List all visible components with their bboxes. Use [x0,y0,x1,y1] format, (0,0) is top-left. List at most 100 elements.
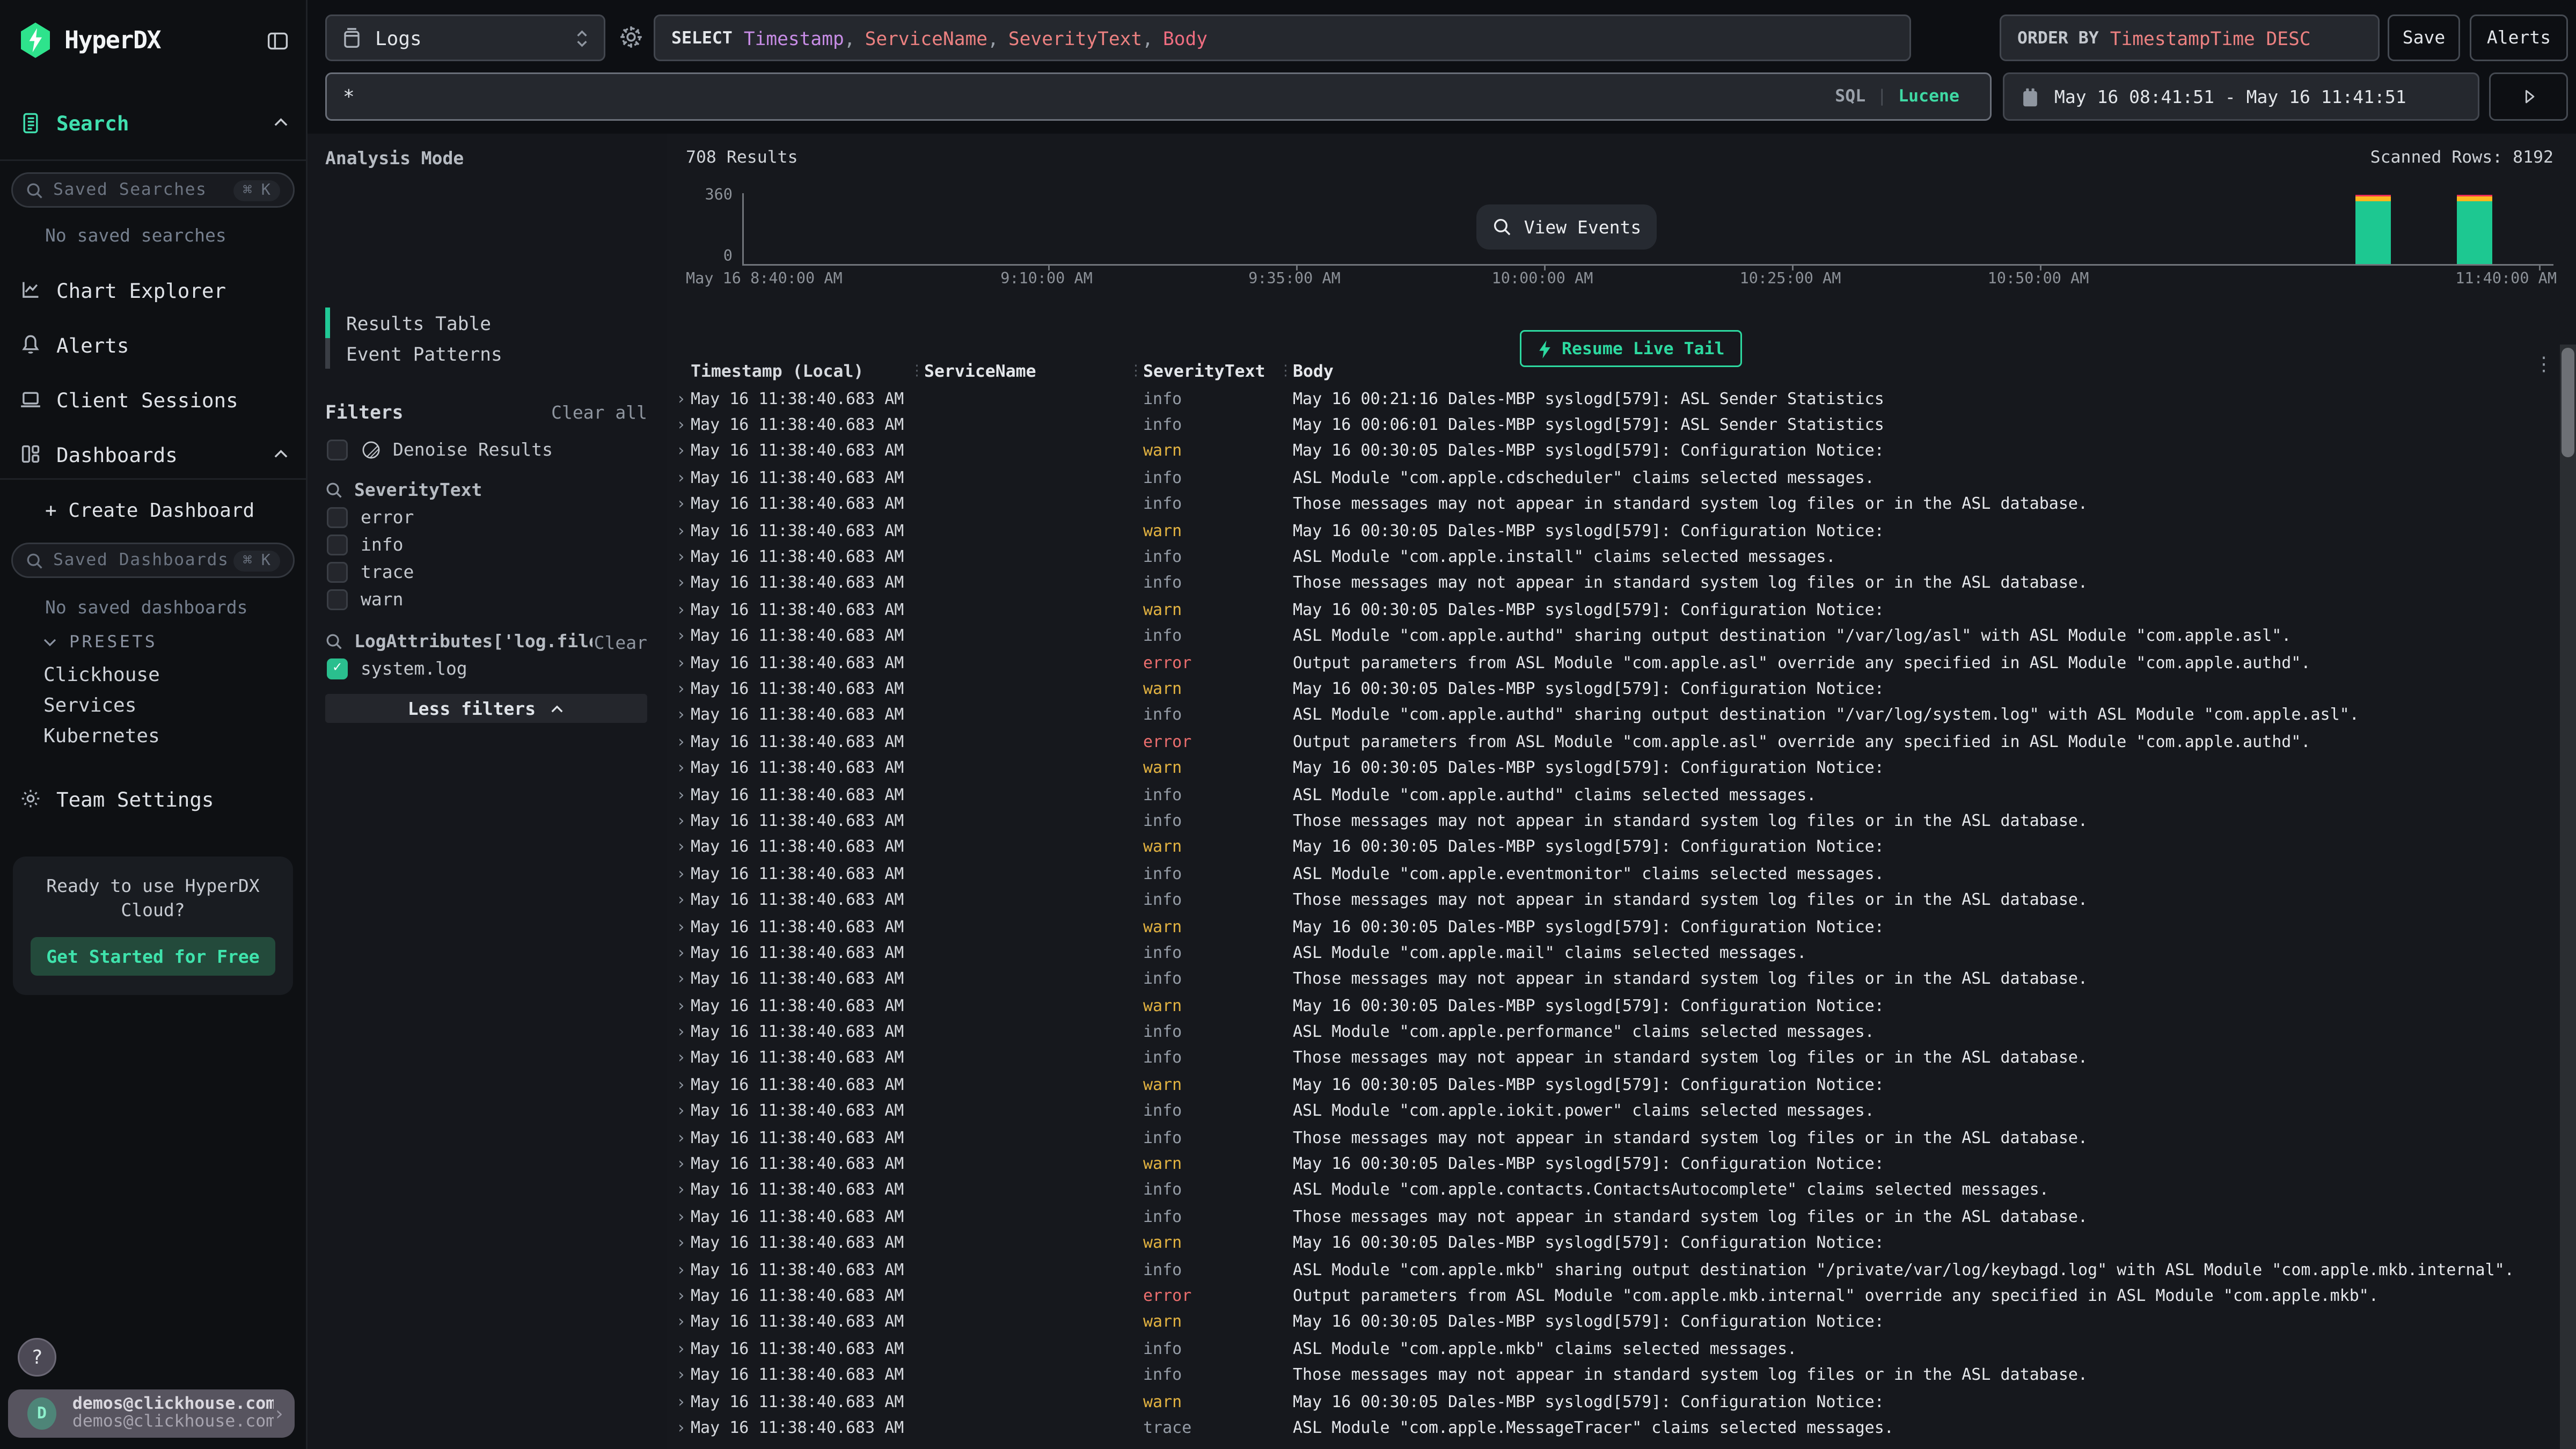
gear-icon[interactable] [618,24,644,50]
column-resize-grip[interactable]: ⋮ [1278,363,1293,379]
less-filters-button[interactable]: Less filters [325,694,647,723]
column-resize-grip[interactable]: ⋮ [910,363,924,379]
filter-option-info[interactable]: info [327,535,404,555]
log-row[interactable]: ›May 16 11:38:40.683 AMinfoThose message… [667,1125,2557,1152]
checkbox[interactable] [327,589,348,610]
source-select[interactable]: Logs [325,14,605,61]
log-row[interactable]: ›May 16 11:38:40.683 AMwarnMay 16 00:30:… [667,518,2557,545]
log-row[interactable]: ›May 16 11:38:40.683 AMinfoASL Module "c… [667,545,2557,571]
sidebar-item-kubernetes[interactable]: Kubernetes [43,724,160,747]
save-button[interactable]: Save [2388,14,2460,61]
log-row[interactable]: ›May 16 11:38:40.683 AMinfoThose message… [667,1046,2557,1072]
presets-section-toggle[interactable]: PRESETS [42,633,157,652]
log-row[interactable]: ›May 16 11:38:40.683 AMinfoASL Module "c… [667,624,2557,650]
column-header-timestamp[interactable]: Timestamp (Local)⋮ [691,362,924,381]
column-header-severitytext[interactable]: SeverityText⋮ [1143,362,1293,381]
log-row[interactable]: ›May 16 11:38:40.683 AMwarnMay 16 00:30:… [667,835,2557,861]
log-row[interactable]: ›May 16 11:38:40.683 AMwarnMay 16 00:30:… [667,1152,2557,1178]
log-row[interactable]: ›May 16 11:38:40.683 AMinfoASL Module "c… [667,1099,2557,1125]
checkbox[interactable] [327,562,348,583]
histogram-bar[interactable] [2456,194,2492,264]
mode-results-table[interactable]: Results Table [325,308,647,338]
column-header-body[interactable]: Body [1293,362,2557,381]
sidebar-item-dashboards[interactable]: Dashboards [19,438,290,470]
mode-event-patterns[interactable]: Event Patterns [325,338,647,369]
log-row[interactable]: ›May 16 11:38:40.683 AMinfoThose message… [667,1363,2557,1389]
sidebar-item-search[interactable]: Search [19,106,290,138]
sidebar-item-client-sessions[interactable]: Client Sessions [19,383,290,415]
log-row[interactable]: ›May 16 11:38:40.683 AMwarnMay 16 00:30:… [667,756,2557,782]
log-row[interactable]: ›May 16 11:38:40.683 AMwarnMay 16 00:30:… [667,439,2557,465]
chevron-up-icon[interactable] [272,448,290,460]
log-row[interactable]: ›May 16 11:38:40.683 AMinfoASL Module "c… [667,941,2557,967]
log-row[interactable]: ›May 16 11:38:40.683 AMinfoASL Module "c… [667,466,2557,492]
log-row[interactable]: ›May 16 11:38:40.683 AMinfoASL Module "c… [667,861,2557,888]
checkbox[interactable] [327,507,348,528]
lucene-mode-toggle[interactable]: Lucene [1898,87,1959,106]
log-row[interactable]: ›May 16 11:38:40.683 AMinfoThose message… [667,571,2557,597]
log-row[interactable]: ›May 16 11:38:40.683 AMwarnMay 16 00:30:… [667,1231,2557,1257]
checkbox-checked[interactable]: ✓ [327,658,348,679]
select-clause-input[interactable]: SELECT Timestamp, ServiceName, SeverityT… [654,14,1911,61]
column-header-servicename[interactable]: ServiceName⋮ [924,362,1143,381]
log-row[interactable]: ›May 16 11:38:40.683 AMinfoASL Module "c… [667,1257,2557,1284]
order-by-input[interactable]: ORDER BY TimestampTime DESC [2000,14,2380,61]
user-menu[interactable]: D demos@clickhouse.com demos@clickhouse.… [8,1389,295,1438]
create-dashboard-button[interactable]: + Create Dashboard [45,499,254,522]
sql-mode-toggle[interactable]: SQL [1835,87,1865,106]
table-options-menu-icon[interactable]: ⋮ [2534,353,2553,375]
checkbox[interactable] [327,535,348,555]
log-row[interactable]: ›May 16 11:38:40.683 AMerrorOutput param… [667,1284,2557,1310]
sidebar-item-services[interactable]: Services [43,694,136,716]
filter-option-error[interactable]: error [327,507,414,528]
log-row[interactable]: ›May 16 11:38:40.683 AMwarnMay 16 00:30:… [667,1389,2557,1416]
log-row[interactable]: ›May 16 11:38:40.683 AMinfoThose message… [667,888,2557,914]
log-row[interactable]: ›May 16 11:38:40.683 AMinfoASL Module "c… [667,1020,2557,1046]
filter-option-system-log[interactable]: ✓system.log [327,658,467,679]
log-row[interactable]: ›May 16 11:38:40.683 AMwarnMay 16 00:30:… [667,597,2557,624]
log-row[interactable]: ›May 16 11:38:40.683 AMinfoASL Module "c… [667,703,2557,729]
sidebar-item-alerts[interactable]: Alerts [19,328,290,361]
run-query-button[interactable] [2489,72,2568,121]
sidebar-item-chart-explorer[interactable]: Chart Explorer [19,274,290,306]
filter-option-trace[interactable]: trace [327,562,414,583]
chevron-up-icon[interactable] [272,116,290,129]
log-row[interactable]: ›May 16 11:38:40.683 AMwarnMay 16 00:30:… [667,1072,2557,1099]
log-row[interactable]: ›May 16 11:38:40.683 AMinfoThose message… [667,1204,2557,1231]
log-row[interactable]: ›May 16 11:38:40.683 AMwarnMay 16 00:30:… [667,677,2557,703]
denoise-results-checkbox[interactable]: Denoise Results [327,440,553,460]
filter-option-warn[interactable]: warn [327,589,404,610]
help-button[interactable]: ? [18,1338,56,1377]
log-row[interactable]: ›May 16 11:38:40.683 AMtraceASL Module "… [667,1416,2557,1442]
log-row[interactable]: ›May 16 11:38:40.683 AMinfoASL Module "c… [667,782,2557,809]
clear-all-link[interactable]: Clear all [551,402,647,423]
log-row[interactable]: ›May 16 11:38:40.683 AMwarnMay 16 00:30:… [667,1310,2557,1336]
sidebar-item-team-settings[interactable]: Team Settings [19,782,290,815]
log-row[interactable]: ›May 16 11:38:40.683 AMerrorOutput param… [667,729,2557,756]
log-row[interactable]: ›May 16 11:38:40.683 AMinfoThose message… [667,809,2557,835]
sidebar-item-clickhouse[interactable]: Clickhouse [43,663,160,686]
log-row[interactable]: ›May 16 11:38:40.683 AMinfoThose message… [667,967,2557,993]
log-row[interactable]: ›May 16 11:38:40.683 AMwarnMay 16 00:30:… [667,993,2557,1020]
column-resize-grip[interactable]: ⋮ [1129,363,1143,379]
log-row[interactable]: ›May 16 11:38:40.683 AMinfoMay 16 00:06:… [667,413,2557,439]
log-row[interactable]: ›May 16 11:38:40.683 AMwarnMay 16 00:30:… [667,914,2557,940]
saved-dashboards-input[interactable]: Saved Dashboards ⌘ K [11,543,295,578]
sidebar-collapse-icon[interactable] [266,28,290,53]
logattributes-clear-link[interactable]: Clear [594,633,647,654]
log-row[interactable]: ›May 16 11:38:40.683 AMinfoThose message… [667,492,2557,518]
date-range-picker[interactable]: May 16 08:41:51 - May 16 11:41:51 [2003,72,2479,121]
log-row[interactable]: ›May 16 11:38:40.683 AMinfoASL Module "c… [667,1178,2557,1204]
saved-searches-input[interactable]: Saved Searches ⌘ K [11,172,295,208]
search-input[interactable]: * SQL | Lucene [325,72,1992,121]
get-started-button[interactable]: Get Started for Free [31,937,275,976]
alerts-button[interactable]: Alerts [2470,14,2568,61]
log-row[interactable]: ›May 16 11:38:40.683 AMinfoMay 16 00:21:… [667,386,2557,413]
view-events-button[interactable]: View Events [1476,204,1657,250]
checkbox[interactable] [327,440,348,460]
scrollbar[interactable] [2560,345,2576,1449]
log-row[interactable]: ›May 16 11:38:40.683 AMerrorOutput param… [667,650,2557,677]
histogram-bar[interactable] [2355,194,2390,264]
scrollbar-thumb[interactable] [2562,348,2574,457]
log-row[interactable]: ›May 16 11:38:40.683 AMinfoASL Module "c… [667,1336,2557,1363]
